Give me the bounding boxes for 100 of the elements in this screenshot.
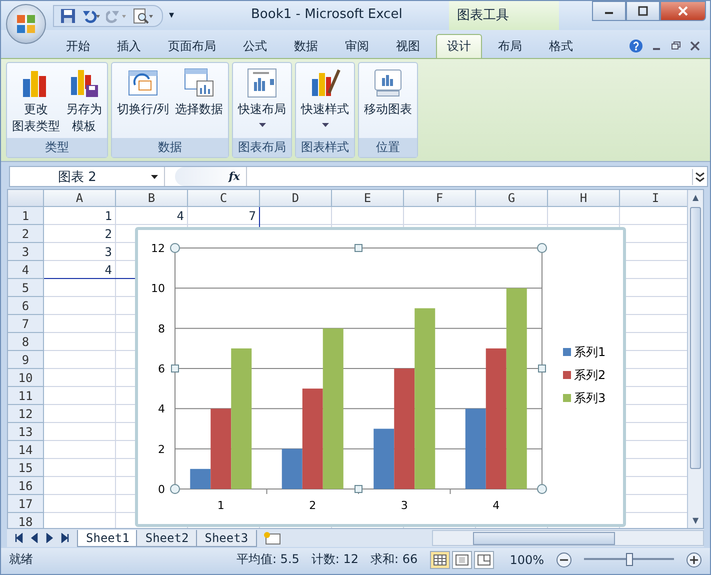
zoom-level: 100% xyxy=(510,552,544,566)
ribbon-button[interactable]: 切换行/列 xyxy=(114,65,172,138)
resize-handle[interactable] xyxy=(170,484,180,494)
ribbon-tab[interactable]: 页面布局 xyxy=(157,34,227,58)
restore-icon[interactable] xyxy=(671,41,681,51)
bar[interactable] xyxy=(394,368,415,489)
sheet-tab[interactable]: Sheet1 xyxy=(77,530,138,546)
help-icon[interactable] xyxy=(629,39,643,53)
close-button[interactable] xyxy=(660,1,706,21)
ribbon-button[interactable]: 快速布局 xyxy=(235,65,290,138)
save-icon[interactable] xyxy=(60,8,76,24)
page-layout-icon[interactable] xyxy=(452,550,472,568)
customize-toolbar-button[interactable]: ▾ xyxy=(169,10,174,21)
new-sheet-icon[interactable] xyxy=(261,530,284,546)
group-label: 位置 xyxy=(359,138,418,157)
ribbon-tab[interactable]: 格式 xyxy=(538,34,584,58)
caret-icon xyxy=(258,123,266,127)
row-header[interactable]: 16 xyxy=(8,477,44,495)
sheet-tab[interactable]: Sheet2 xyxy=(136,530,198,546)
bar[interactable] xyxy=(465,408,486,489)
table-cell xyxy=(404,207,476,225)
ribbon-tab[interactable]: 布局 xyxy=(487,34,533,58)
ribbon-tab[interactable]: 数据 xyxy=(283,34,329,58)
row-header[interactable]: 10 xyxy=(8,369,44,387)
ribbon-tab[interactable]: 公式 xyxy=(232,34,278,58)
column-header[interactable]: G xyxy=(476,190,548,207)
ribbon-button[interactable]: 移动图表 xyxy=(361,65,416,138)
ribbon-tab[interactable]: 开始 xyxy=(55,34,101,58)
row-header[interactable]: 3 xyxy=(8,243,44,261)
minimize-button[interactable] xyxy=(592,1,626,21)
row-header[interactable]: 1 xyxy=(8,207,44,225)
column-header[interactable]: C xyxy=(188,190,260,207)
column-header[interactable]: E xyxy=(332,190,404,207)
column-header[interactable]: I xyxy=(620,190,688,207)
legend-entry[interactable]: 系列1 xyxy=(563,345,606,359)
ribbon-tab[interactable]: 视图 xyxy=(385,34,431,58)
column-header[interactable]: B xyxy=(116,190,188,207)
column-header[interactable]: D xyxy=(260,190,332,207)
row-header[interactable]: 12 xyxy=(8,405,44,423)
bar[interactable] xyxy=(282,448,302,489)
close-icon xyxy=(678,6,688,16)
table-cell: 2 xyxy=(44,225,116,243)
row-header[interactable]: 15 xyxy=(8,459,44,477)
context-tab-title: 图表工具 xyxy=(449,1,559,30)
row-header[interactable]: 5 xyxy=(8,279,44,297)
resize-handle[interactable] xyxy=(537,484,547,494)
print-preview-icon[interactable] xyxy=(132,8,154,24)
ribbon-button[interactable]: 快速样式 xyxy=(298,65,352,138)
row-header[interactable]: 6 xyxy=(8,297,44,315)
axis-label: 12 xyxy=(151,242,165,255)
row-header[interactable]: 8 xyxy=(8,333,44,351)
zoom-out-icon[interactable] xyxy=(556,552,572,568)
row-header[interactable]: 9 xyxy=(8,351,44,369)
row-header[interactable]: 17 xyxy=(8,495,44,513)
normal-view-icon[interactable] xyxy=(430,550,450,568)
column-header[interactable]: F xyxy=(404,190,476,207)
sheet-nav-icon[interactable] xyxy=(13,533,23,543)
page-break-icon[interactable] xyxy=(474,550,494,568)
average-value: 平均值: 5.5 xyxy=(236,551,300,568)
bar[interactable] xyxy=(210,408,232,489)
axis-label: 10 xyxy=(151,282,165,296)
resize-handle[interactable] xyxy=(354,485,362,493)
axis-label: 6 xyxy=(158,362,165,376)
resize-handle[interactable] xyxy=(171,364,179,372)
resize-handle[interactable] xyxy=(537,243,547,253)
resize-handle[interactable] xyxy=(170,243,180,253)
scroll-up-button[interactable]: ▲ xyxy=(688,190,703,205)
ribbon-button[interactable]: 更改 图表类型 xyxy=(9,65,63,138)
row-header[interactable]: 18 xyxy=(8,513,44,528)
column-header[interactable]: H xyxy=(548,190,620,207)
zoom-in-icon[interactable] xyxy=(686,552,702,568)
row-header[interactable]: 11 xyxy=(8,387,44,405)
ribbon-button[interactable]: 选择数据 xyxy=(172,65,226,138)
axis-label: 2 xyxy=(309,499,316,512)
office-button[interactable] xyxy=(6,4,46,44)
chart-area[interactable]: 0 2 4 6 8 10 12 1 2 3 4 系列1 系列2 系列3 xyxy=(135,227,626,527)
sheet-tab[interactable]: Sheet3 xyxy=(196,530,258,546)
scroll-down-button[interactable]: ▼ xyxy=(688,513,703,528)
close-icon[interactable] xyxy=(690,41,700,51)
ribbon-tab[interactable]: 审阅 xyxy=(334,34,380,58)
row-header[interactable]: 2 xyxy=(8,225,44,243)
vertical-scrollbar[interactable]: ▲ ▼ xyxy=(687,190,703,528)
ribbon-tab[interactable]: 插入 xyxy=(106,34,152,58)
row-header[interactable]: 14 xyxy=(8,441,44,459)
legend-entry[interactable]: 系列2 xyxy=(563,368,606,382)
sheet-nav-icon[interactable] xyxy=(61,533,71,543)
column-header[interactable]: A xyxy=(44,190,116,207)
row-header[interactable]: 13 xyxy=(8,423,44,441)
resize-handle[interactable] xyxy=(538,364,546,372)
horizontal-scrollbar[interactable] xyxy=(432,530,704,546)
legend-label: 系列3 xyxy=(574,391,606,405)
ribbon-button[interactable]: 另存为 模板 xyxy=(63,65,105,138)
row-header[interactable]: 4 xyxy=(8,261,44,279)
table-cell: 1 xyxy=(44,207,116,225)
row-header[interactable]: 7 xyxy=(8,315,44,333)
resize-handle[interactable] xyxy=(354,244,362,252)
bar[interactable] xyxy=(190,468,211,489)
ribbon-tab[interactable]: 设计 xyxy=(436,34,482,58)
maximize-button[interactable] xyxy=(626,1,660,21)
legend-entry[interactable]: 系列3 xyxy=(563,391,606,405)
